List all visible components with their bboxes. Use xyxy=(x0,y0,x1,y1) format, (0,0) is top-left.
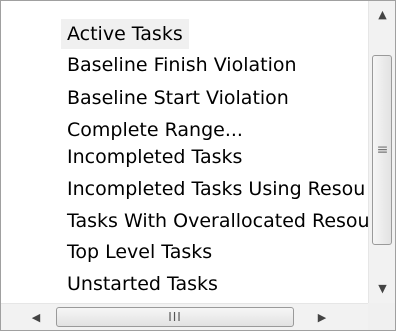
list-item-baseline-finish-violation[interactable]: Baseline Finish Violation xyxy=(61,50,303,80)
list-item-incompleted-tasks-using-resources[interactable]: Incompleted Tasks Using Resou xyxy=(61,174,368,204)
filter-listbox[interactable]: Active Tasks Baseline Finish Violation B… xyxy=(0,0,396,331)
scrollbar-corner xyxy=(368,303,395,330)
chevron-right-icon: ▶ xyxy=(317,311,327,324)
horizontal-scrollbar[interactable]: ◀ III ▶ xyxy=(1,303,368,330)
list-item-top-level-tasks[interactable]: Top Level Tasks xyxy=(61,237,218,267)
chevron-down-icon: ▼ xyxy=(378,281,387,295)
scroll-down-button[interactable]: ▼ xyxy=(369,275,396,301)
list-area: Active Tasks Baseline Finish Violation B… xyxy=(1,1,368,303)
vertical-scrollbar[interactable]: ▲ ≡ ▼ xyxy=(368,1,395,303)
list-item-active-tasks[interactable]: Active Tasks xyxy=(61,19,189,49)
list-item-complete-range[interactable]: Complete Range... xyxy=(61,115,249,145)
chevron-left-icon: ◀ xyxy=(31,311,41,324)
vertical-scroll-thumb[interactable]: ≡ xyxy=(372,55,392,245)
list-item-unstarted-tasks[interactable]: Unstarted Tasks xyxy=(61,269,224,299)
list-item-incompleted-tasks[interactable]: Incompleted Tasks xyxy=(61,142,248,172)
list-item-tasks-with-overallocated-resources[interactable]: Tasks With Overallocated Resou xyxy=(61,206,368,236)
scroll-up-button[interactable]: ▲ xyxy=(369,1,396,27)
scroll-right-button[interactable]: ▶ xyxy=(309,304,335,331)
list-item-baseline-start-violation[interactable]: Baseline Start Violation xyxy=(61,83,295,113)
scroll-left-button[interactable]: ◀ xyxy=(23,304,49,331)
grip-icon: ≡ xyxy=(376,142,389,158)
grip-icon: III xyxy=(168,310,182,324)
horizontal-scroll-thumb[interactable]: III xyxy=(56,307,294,327)
chevron-up-icon: ▲ xyxy=(378,7,387,21)
